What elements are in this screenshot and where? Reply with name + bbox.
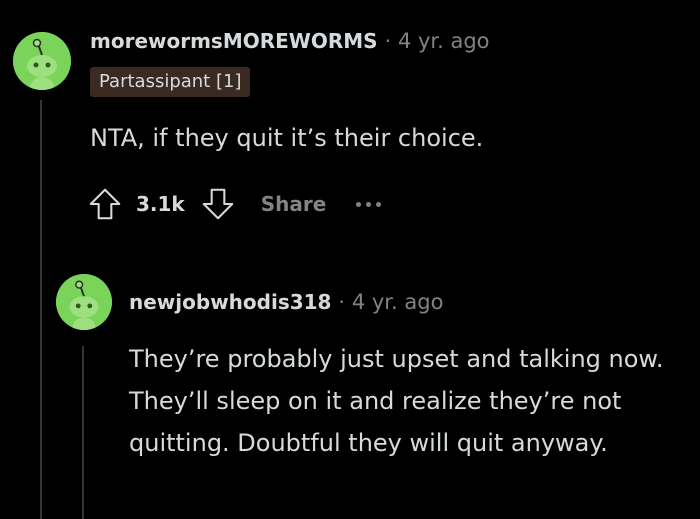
comment-age[interactable]: 4 yr. ago: [398, 29, 490, 53]
upvote-icon: [89, 188, 121, 220]
user-flair: Partassipant [1]: [90, 67, 251, 97]
comment-actions: 3.1k Share: [86, 184, 382, 224]
upvote-button[interactable]: [86, 185, 124, 223]
comment-meta: morewormsMOREWORMS · 4 yr. ago: [90, 29, 490, 53]
snoo-avatar-icon: [13, 32, 71, 90]
reply-body: They’re probably just upset and talking …: [129, 345, 664, 457]
reply-meta: newjobwhodis318 · 4 yr. ago: [129, 290, 443, 314]
reply-avatar[interactable]: [56, 274, 112, 330]
comment-body: NTA, if they quit it’s their choice.: [90, 124, 484, 152]
snoo-avatar-icon: [56, 274, 112, 330]
downvote-button[interactable]: [199, 185, 237, 223]
meta-separator: ·: [338, 290, 345, 314]
reply-age[interactable]: 4 yr. ago: [352, 290, 444, 314]
vote-count: 3.1k: [136, 192, 185, 216]
thread-line-main[interactable]: [40, 100, 42, 519]
avatar[interactable]: [13, 32, 71, 90]
downvote-icon: [202, 188, 234, 220]
share-button[interactable]: Share: [261, 192, 327, 216]
comment-username[interactable]: morewormsMOREWORMS: [90, 29, 378, 53]
more-options-icon[interactable]: [356, 201, 382, 207]
reply-username[interactable]: newjobwhodis318: [129, 290, 331, 314]
meta-separator: ·: [384, 29, 391, 53]
thread-line-reply[interactable]: [82, 346, 84, 519]
